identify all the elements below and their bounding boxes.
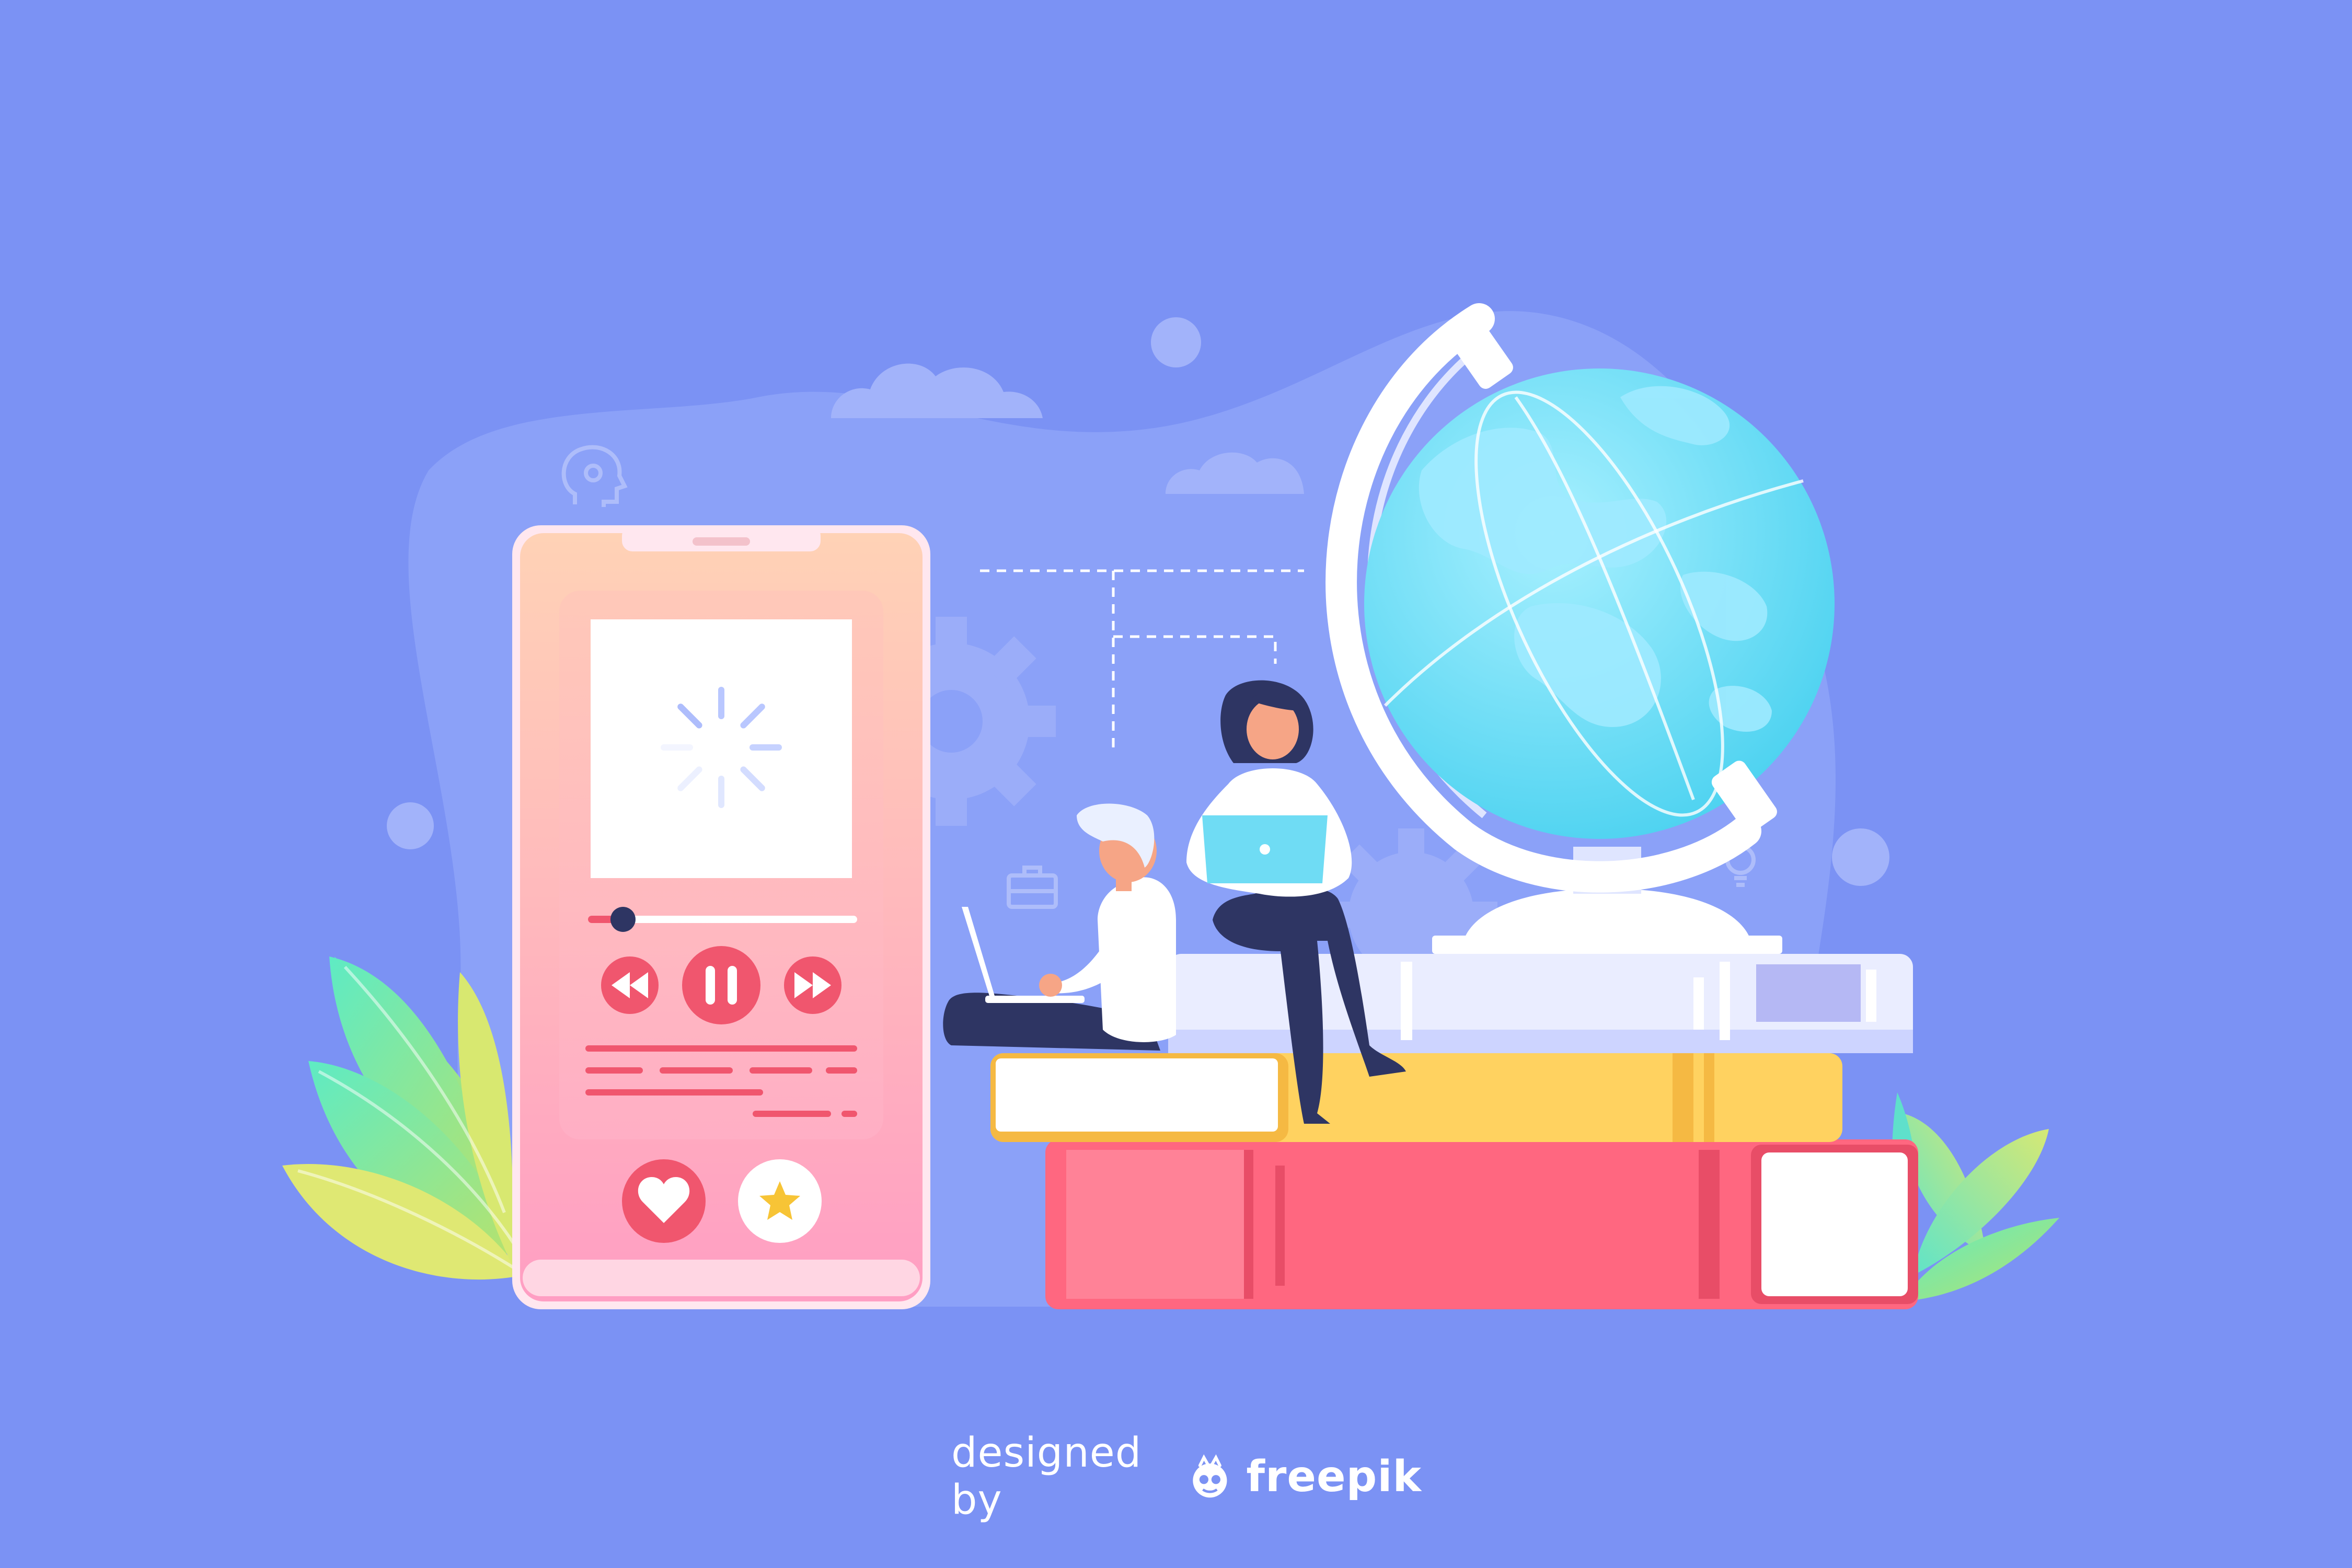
music-player-phone — [512, 525, 930, 1309]
attribution-prefix: designed by — [951, 1429, 1142, 1524]
cloud — [831, 363, 1043, 418]
decor-dot — [387, 802, 434, 849]
progress-knob[interactable] — [610, 907, 636, 932]
album-art — [591, 619, 852, 878]
decor-dot — [1151, 317, 1201, 367]
illustration — [282, 303, 2059, 1309]
freepik-logo-icon — [1192, 1454, 1227, 1498]
fast-forward-button[interactable] — [784, 956, 841, 1014]
attribution-brand: freepik — [1246, 1451, 1422, 1502]
like-button[interactable] — [622, 1159, 706, 1243]
laptop-base — [985, 996, 1085, 1003]
pause-button[interactable] — [682, 946, 760, 1024]
favorite-button[interactable] — [738, 1159, 822, 1243]
attribution: designed by freepik — [951, 1429, 1422, 1524]
phone-speaker — [693, 537, 750, 546]
decor-dot — [1832, 828, 1889, 886]
rewind-button[interactable] — [601, 956, 659, 1014]
phone-home-bar — [523, 1260, 920, 1296]
